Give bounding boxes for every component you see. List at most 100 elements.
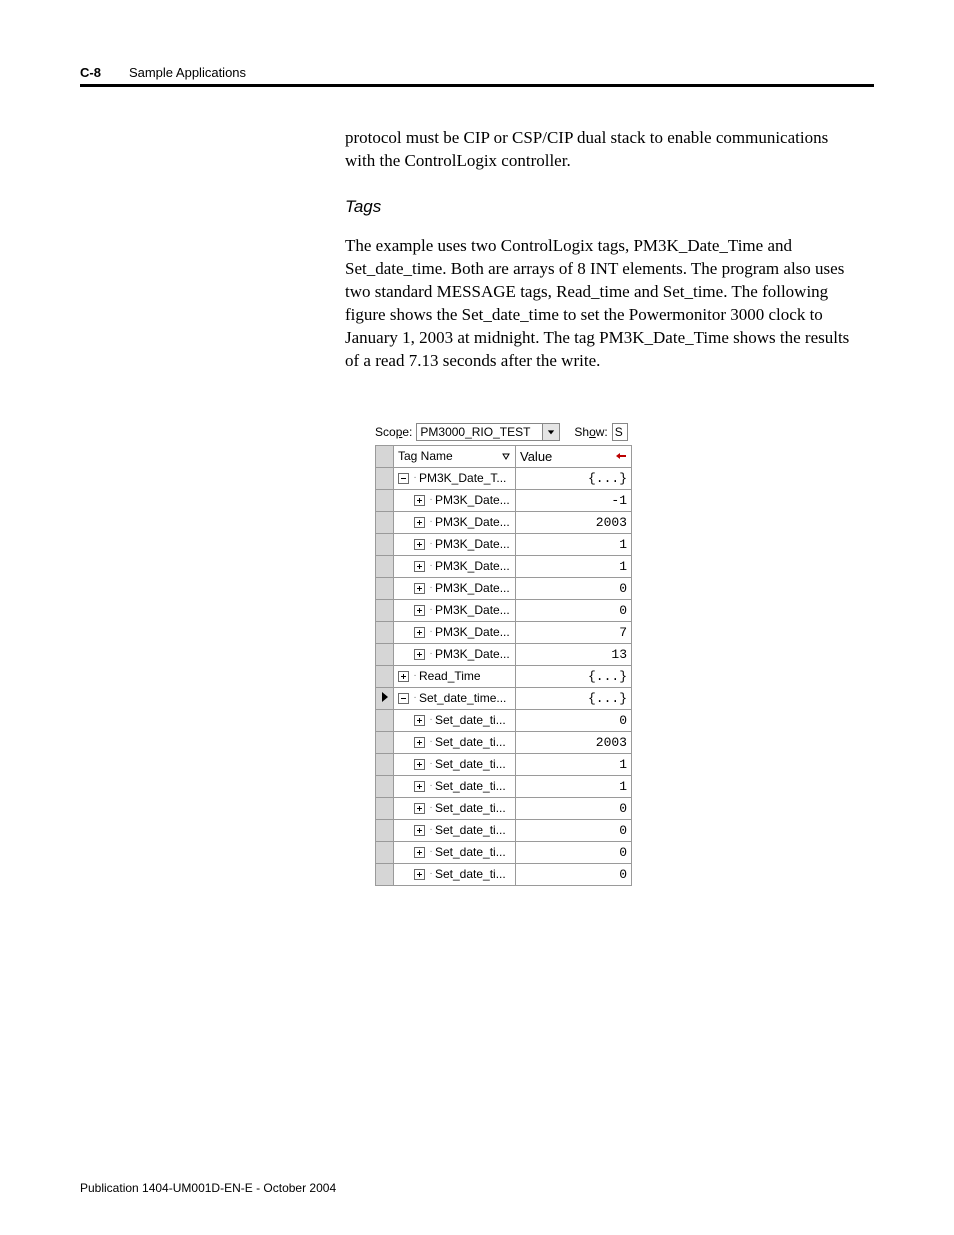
expand-icon[interactable]: [414, 605, 425, 616]
tag-name-cell[interactable]: ·Set_date_ti...: [394, 863, 516, 885]
tag-value-cell[interactable]: 1: [516, 533, 632, 555]
tag-value-cell[interactable]: 1: [516, 753, 632, 775]
tag-value-cell[interactable]: 1: [516, 555, 632, 577]
tag-name-cell[interactable]: ·Set_date_time...: [394, 687, 516, 709]
tag-name-cell[interactable]: ·PM3K_Date...: [394, 511, 516, 533]
row-gutter[interactable]: [376, 819, 394, 841]
expand-icon[interactable]: [414, 781, 425, 792]
tag-name-cell[interactable]: ·PM3K_Date...: [394, 577, 516, 599]
tag-value-cell[interactable]: 0: [516, 819, 632, 841]
row-gutter[interactable]: [376, 753, 394, 775]
tag-value-cell[interactable]: 0: [516, 599, 632, 621]
collapse-icon[interactable]: [398, 693, 409, 704]
row-gutter[interactable]: [376, 665, 394, 687]
expand-icon[interactable]: [414, 759, 425, 770]
tag-name-cell[interactable]: ·Set_date_ti...: [394, 841, 516, 863]
expand-icon[interactable]: [414, 715, 425, 726]
dropdown-arrow-icon[interactable]: [542, 424, 559, 440]
row-gutter[interactable]: [376, 621, 394, 643]
tag-name-cell[interactable]: ·PM3K_Date...: [394, 489, 516, 511]
tag-value-cell[interactable]: 7: [516, 621, 632, 643]
expand-icon[interactable]: [414, 627, 425, 638]
tag-name-cell[interactable]: ·Read_Time: [394, 665, 516, 687]
row-gutter[interactable]: [376, 489, 394, 511]
tag-value-cell[interactable]: 0: [516, 863, 632, 885]
tag-name-text: PM3K_Date...: [435, 647, 510, 661]
tag-value-cell[interactable]: 0: [516, 841, 632, 863]
tree-connector: ·: [429, 825, 433, 835]
row-gutter[interactable]: [376, 709, 394, 731]
row-gutter[interactable]: [376, 467, 394, 489]
value-header-text: Value: [520, 449, 552, 464]
tag-name-cell[interactable]: ·PM3K_Date...: [394, 533, 516, 555]
show-input[interactable]: S: [612, 423, 628, 441]
expand-icon[interactable]: [414, 539, 425, 550]
tag-name-text: Read_Time: [419, 669, 481, 683]
expand-icon[interactable]: [414, 869, 425, 880]
tag-name-cell[interactable]: ·Set_date_ti...: [394, 753, 516, 775]
tags-paragraph: The example uses two ControlLogix tags, …: [345, 235, 854, 373]
page-header: C-8 Sample Applications: [80, 65, 874, 80]
tag-name-cell[interactable]: ·PM3K_Date...: [394, 555, 516, 577]
scope-dropdown[interactable]: PM3000_RIO_TEST: [416, 423, 560, 441]
tag-name-text: Set_date_ti...: [435, 713, 506, 727]
row-gutter[interactable]: [376, 731, 394, 753]
tag-name-cell[interactable]: ·Set_date_ti...: [394, 819, 516, 841]
tag-value-cell[interactable]: {...}: [516, 665, 632, 687]
row-gutter[interactable]: [376, 511, 394, 533]
expand-icon[interactable]: [414, 495, 425, 506]
tag-name-cell[interactable]: ·PM3K_Date...: [394, 621, 516, 643]
row-gutter[interactable]: [376, 577, 394, 599]
collapse-icon[interactable]: [398, 473, 409, 484]
row-gutter[interactable]: [376, 643, 394, 665]
tag-name-cell[interactable]: ·PM3K_Date...: [394, 643, 516, 665]
tag-value-cell[interactable]: 0: [516, 577, 632, 599]
sort-icon[interactable]: [501, 451, 511, 461]
tag-value-cell[interactable]: 13: [516, 643, 632, 665]
row-gutter[interactable]: [376, 555, 394, 577]
expand-icon[interactable]: [414, 517, 425, 528]
section-title: Sample Applications: [129, 65, 246, 80]
tag-value-cell[interactable]: -1: [516, 489, 632, 511]
expand-icon[interactable]: [414, 825, 425, 836]
tag-value-cell[interactable]: {...}: [516, 687, 632, 709]
tree-connector: ·: [429, 605, 433, 615]
tag-value-cell[interactable]: 0: [516, 709, 632, 731]
value-header[interactable]: Value: [516, 445, 632, 467]
tag-value-cell[interactable]: 1: [516, 775, 632, 797]
expand-icon[interactable]: [398, 671, 409, 682]
row-gutter[interactable]: [376, 533, 394, 555]
tagname-header[interactable]: Tag Name: [394, 445, 516, 467]
expand-icon[interactable]: [414, 649, 425, 660]
tag-name-text: PM3K_Date...: [435, 603, 510, 617]
tag-value-cell[interactable]: 2003: [516, 731, 632, 753]
expand-icon[interactable]: [414, 803, 425, 814]
tag-value-cell[interactable]: {...}: [516, 467, 632, 489]
arrow-left-icon: [615, 451, 627, 461]
tag-name-cell[interactable]: ·Set_date_ti...: [394, 731, 516, 753]
tree-connector: ·: [429, 539, 433, 549]
row-gutter[interactable]: [376, 797, 394, 819]
expand-icon[interactable]: [414, 583, 425, 594]
expand-icon[interactable]: [414, 847, 425, 858]
tag-name-cell[interactable]: ·PM3K_Date...: [394, 599, 516, 621]
tree-connector: ·: [429, 495, 433, 505]
row-gutter[interactable]: [376, 841, 394, 863]
tag-value-cell[interactable]: 2003: [516, 511, 632, 533]
row-gutter[interactable]: [376, 599, 394, 621]
tag-name-text: PM3K_Date...: [435, 581, 510, 595]
tag-table: Tag Name Value: [375, 445, 632, 886]
tree-connector: ·: [429, 847, 433, 857]
tag-name-text: Set_date_ti...: [435, 801, 506, 815]
tag-value-cell[interactable]: 0: [516, 797, 632, 819]
row-gutter[interactable]: [376, 687, 394, 709]
tag-name-cell[interactable]: ·Set_date_ti...: [394, 797, 516, 819]
expand-icon[interactable]: [414, 561, 425, 572]
tag-name-cell[interactable]: ·Set_date_ti...: [394, 709, 516, 731]
tag-name-cell[interactable]: ·Set_date_ti...: [394, 775, 516, 797]
row-gutter[interactable]: [376, 775, 394, 797]
tag-name-cell[interactable]: ·PM3K_Date_T...: [394, 467, 516, 489]
expand-icon[interactable]: [414, 737, 425, 748]
tree-connector: ·: [429, 737, 433, 747]
row-gutter[interactable]: [376, 863, 394, 885]
